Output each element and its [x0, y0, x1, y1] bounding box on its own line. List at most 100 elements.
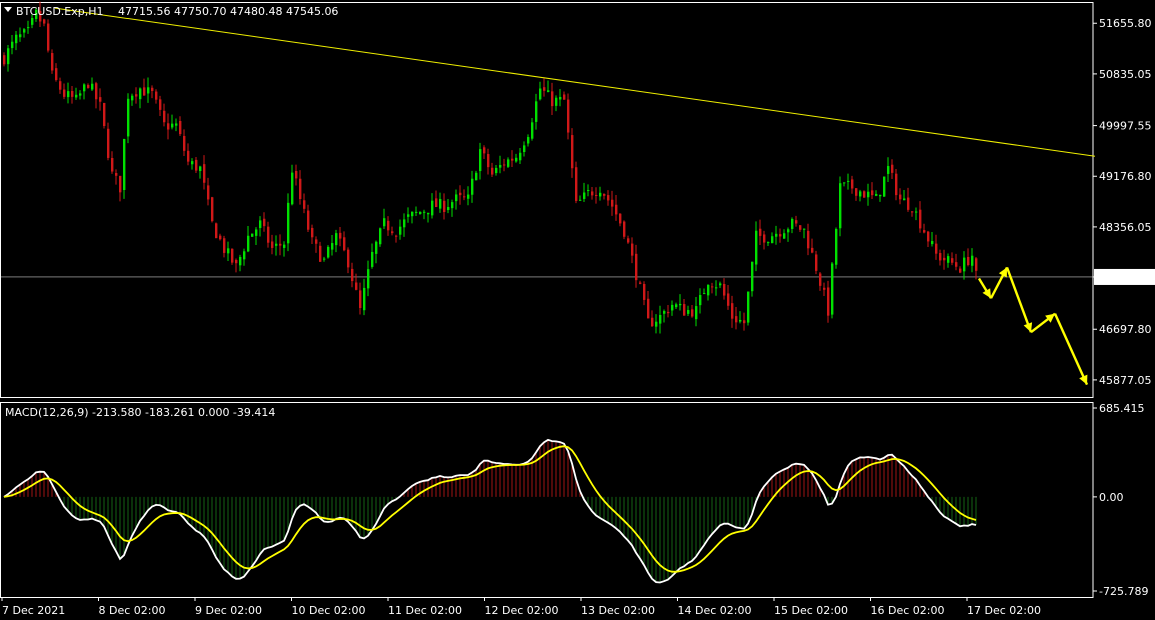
candle — [787, 227, 790, 242]
candle-body — [919, 209, 922, 229]
candle — [775, 225, 778, 245]
candle — [439, 192, 442, 213]
candle-body — [599, 192, 602, 197]
candle-body — [627, 238, 630, 243]
candle — [379, 227, 382, 247]
candle-body — [343, 237, 346, 251]
candle — [227, 241, 230, 261]
candle-body — [551, 91, 554, 107]
candle-body — [811, 247, 814, 253]
candle-body — [923, 230, 926, 233]
candle — [143, 78, 146, 96]
candle — [903, 190, 906, 201]
candle — [671, 300, 674, 316]
candle — [123, 138, 126, 199]
price-tick-label: 48356.05 — [1099, 221, 1152, 234]
candle — [975, 256, 978, 280]
candle — [683, 299, 686, 316]
candle — [859, 189, 862, 202]
chart-header: BTCUSD.Exp,H1 47715.56 47750.70 47480.48… — [4, 5, 338, 18]
candle-body — [495, 167, 498, 174]
candle — [427, 212, 430, 223]
candle-body — [123, 139, 126, 190]
candle-body — [491, 167, 494, 175]
candle — [691, 304, 694, 318]
candle — [275, 235, 278, 256]
candle-body — [139, 88, 142, 100]
candle — [963, 251, 966, 280]
candle-body — [171, 123, 174, 128]
candle — [43, 18, 46, 27]
candle-body — [683, 304, 686, 316]
candle — [299, 170, 302, 205]
candle-body — [275, 243, 278, 246]
candle-body — [331, 243, 334, 250]
candle-body — [399, 226, 402, 235]
candle-body — [219, 235, 222, 240]
candle-body — [559, 96, 562, 100]
candle-body — [111, 157, 114, 172]
candle-body — [739, 319, 742, 322]
candle — [527, 134, 530, 147]
candle — [647, 290, 650, 319]
candle — [943, 249, 946, 270]
candle — [591, 187, 594, 200]
time-axis: 7 Dec 2021 8 Dec 02:00 9 Dec 02:00 10 Dec 0… — [1, 597, 1041, 617]
candle — [399, 219, 402, 240]
candle — [395, 234, 398, 243]
candle-body — [355, 282, 358, 290]
candle-body — [455, 194, 458, 202]
macd-header: MACD(12,26,9) -213.580 -183.261 0.000 -3… — [5, 406, 275, 419]
candle — [839, 176, 842, 237]
candle — [679, 294, 682, 311]
price-panel[interactable] — [0, 1, 1096, 398]
candle-body — [507, 159, 510, 167]
candle — [595, 187, 598, 204]
candle-body — [479, 149, 482, 172]
candle — [939, 249, 942, 266]
triangle-down-icon[interactable] — [4, 7, 12, 12]
candle-body — [387, 220, 390, 231]
candle-body — [103, 102, 106, 127]
candle-body — [487, 154, 490, 168]
chart-canvas[interactable]: 51655.80 50835.05 49997.55 49176.80 48356.05… — [0, 0, 1155, 620]
candle — [147, 77, 150, 103]
candle — [547, 80, 550, 93]
candle-body — [963, 257, 966, 272]
candle — [211, 196, 214, 223]
candle-body — [199, 166, 202, 172]
candle — [215, 222, 218, 239]
candle-body — [655, 321, 658, 327]
candle-body — [67, 91, 70, 98]
candle-body — [351, 268, 354, 282]
time-tick-label: 9 Dec 02:00 — [195, 604, 262, 617]
candle — [287, 193, 290, 252]
candle — [327, 245, 330, 259]
candle — [23, 27, 26, 38]
candle — [551, 82, 554, 116]
candle — [271, 234, 274, 255]
candle-body — [359, 290, 362, 309]
candle-body — [483, 147, 486, 154]
candle — [635, 244, 638, 288]
candle-body — [903, 198, 906, 201]
candle-body — [191, 161, 194, 165]
candle-body — [839, 183, 842, 229]
candle-body — [439, 198, 442, 209]
candle-body — [951, 258, 954, 263]
candle-body — [383, 218, 386, 227]
candle-body — [431, 200, 434, 216]
candle — [127, 93, 130, 144]
candle-body — [727, 293, 730, 306]
candle — [519, 148, 522, 164]
candle — [623, 220, 626, 240]
candle-body — [131, 95, 134, 101]
arrow-shaft — [1053, 313, 1089, 386]
candle — [479, 142, 482, 180]
candle-body — [915, 211, 918, 213]
candle — [507, 157, 510, 169]
time-tick-label: 15 Dec 02:00 — [774, 604, 848, 617]
candle-body — [643, 283, 646, 300]
macd-panel[interactable] — [0, 402, 1094, 598]
candle-body — [659, 314, 662, 324]
